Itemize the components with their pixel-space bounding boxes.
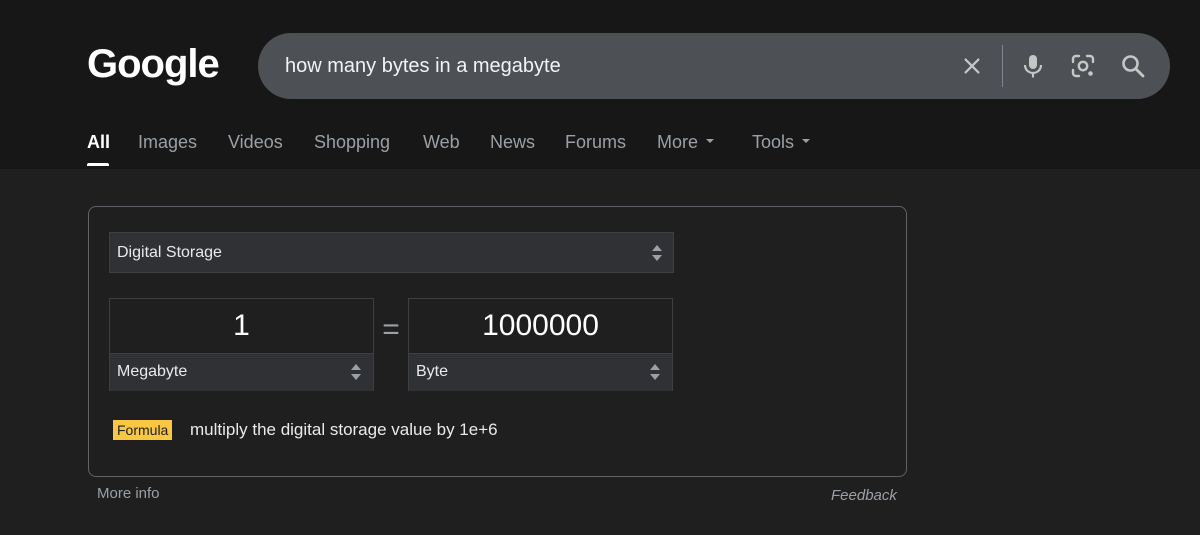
clear-icon[interactable] — [958, 52, 986, 80]
to-converter: 1000000 Byte — [408, 298, 673, 391]
search-divider — [1002, 45, 1003, 87]
equals-sign: = — [382, 313, 400, 346]
to-unit-label: Byte — [416, 363, 449, 380]
search-bar[interactable]: how many bytes in a megabyte — [258, 33, 1170, 99]
category-select[interactable]: Digital Storage — [109, 232, 674, 273]
more-info-link[interactable]: More info — [97, 485, 160, 503]
from-converter: 1 Megabyte — [109, 298, 374, 391]
tab-all[interactable]: All — [87, 130, 110, 154]
from-unit-select[interactable]: Megabyte — [110, 353, 373, 391]
tab-videos[interactable]: Videos — [228, 130, 283, 154]
chevron-down-icon — [802, 139, 811, 144]
tab-forums[interactable]: Forums — [565, 130, 626, 154]
tab-shopping[interactable]: Shopping — [314, 130, 390, 154]
search-icon[interactable] — [1119, 52, 1147, 80]
chevron-down-icon — [706, 139, 715, 144]
tab-tools[interactable]: Tools — [752, 130, 811, 154]
lens-camera-icon[interactable] — [1069, 52, 1097, 80]
formula-badge: Formula — [113, 420, 173, 440]
from-value-input[interactable]: 1 — [110, 299, 373, 353]
feedback-link[interactable]: Feedback — [831, 487, 897, 505]
header: Google how many bytes in a megabyte All … — [0, 0, 1200, 169]
to-value-input[interactable]: 1000000 — [409, 299, 672, 353]
select-arrows-icon — [652, 244, 662, 262]
select-arrows-icon — [650, 363, 660, 381]
to-unit-select[interactable]: Byte — [409, 353, 672, 391]
formula-text: multiply the digital storage value by 1e… — [190, 420, 498, 439]
tab-web[interactable]: Web — [423, 130, 460, 154]
microphone-icon[interactable] — [1019, 52, 1047, 80]
active-tab-indicator — [87, 163, 109, 166]
tab-more[interactable]: More — [657, 130, 715, 154]
from-unit-label: Megabyte — [117, 363, 188, 380]
category-select-label: Digital Storage — [117, 244, 222, 261]
select-arrows-icon — [351, 363, 361, 381]
tab-tools-label: Tools — [752, 132, 795, 152]
tab-more-label: More — [657, 132, 699, 152]
search-input[interactable]: how many bytes in a megabyte — [285, 53, 561, 79]
tab-news[interactable]: News — [490, 130, 535, 154]
tab-images[interactable]: Images — [138, 130, 197, 154]
google-logo[interactable]: Google — [87, 38, 220, 90]
